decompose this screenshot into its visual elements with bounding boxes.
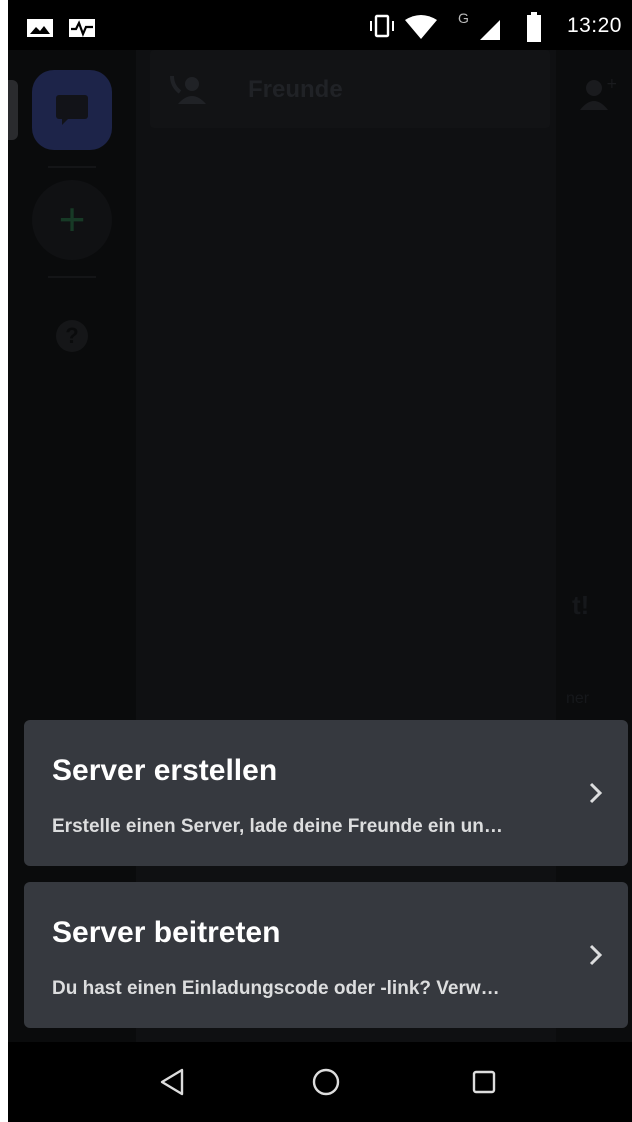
rail-divider xyxy=(48,276,96,278)
svg-text:+: + xyxy=(606,76,616,92)
back-icon[interactable] xyxy=(154,1064,190,1100)
rail-divider xyxy=(48,166,96,168)
direct-messages-button[interactable] xyxy=(32,70,112,150)
friends-header: Freunde xyxy=(150,50,550,128)
pulse-icon xyxy=(69,19,95,37)
network-type-label: G xyxy=(458,10,469,26)
chevron-right-icon xyxy=(589,782,603,804)
cell-signal-icon xyxy=(480,20,500,40)
home-icon[interactable] xyxy=(308,1064,344,1100)
join-server-title: Server beitreten xyxy=(52,916,281,949)
rail-selection-pill xyxy=(8,80,18,140)
join-server-subtitle: Du hast einen Einladungscode oder -link?… xyxy=(52,978,500,999)
wifi-icon xyxy=(405,15,437,39)
add-server-button[interactable]: + xyxy=(32,180,112,260)
create-server-title: Server erstellen xyxy=(52,754,278,787)
help-icon[interactable]: ? xyxy=(56,320,88,352)
image-icon xyxy=(27,19,53,37)
friends-title: Freunde xyxy=(248,76,343,103)
chat-bubble-icon xyxy=(56,95,88,125)
add-friend-icon[interactable]: + xyxy=(580,76,616,112)
ghost-text-fragment: ner xyxy=(566,690,590,707)
status-time: 13:20 xyxy=(566,14,622,37)
navigation-bar xyxy=(8,1042,632,1122)
phone-screen: G 13:20 + ? Freunde + t! ner Server erst… xyxy=(8,0,632,1122)
status-bar: G 13:20 xyxy=(8,0,632,50)
create-server-card[interactable]: Server erstellen Erstelle einen Server, … xyxy=(24,720,628,866)
battery-icon xyxy=(527,12,541,42)
friends-icon xyxy=(170,75,206,104)
chevron-right-icon xyxy=(589,944,603,966)
join-server-card[interactable]: Server beitreten Du hast einen Einladung… xyxy=(24,882,628,1028)
ghost-text-fragment: t! xyxy=(572,590,590,620)
vibrate-icon xyxy=(370,14,394,38)
create-server-subtitle: Erstelle einen Server, lade deine Freund… xyxy=(52,816,503,837)
recents-icon[interactable] xyxy=(466,1064,502,1100)
